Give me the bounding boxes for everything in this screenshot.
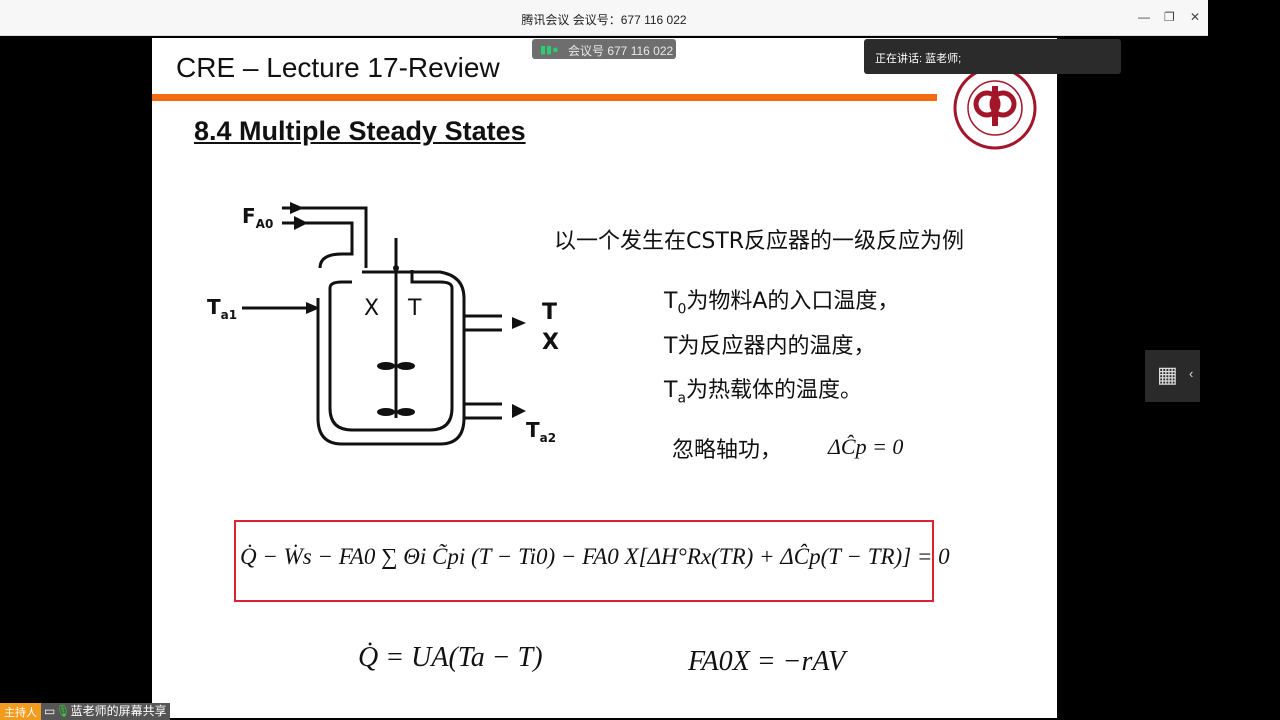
intro-text: 以一个发生在CSTR反应器的一级反应为例 [554,229,965,254]
window-title: 腾讯会议 会议号：677 116 022 [521,13,687,27]
ignore-shaft-work: 忽略轴功， [672,438,783,463]
university-seal-logo [953,68,1037,150]
heat-removal-equation: Q̇ = UA(Ta − T) [358,642,543,673]
energy-balance-box: Q̇ − Ẇs − FA0 ∑ Θi C̃pi (T − Ti0) − FA0 … [234,520,950,602]
screen-share-icon: ▭ [44,704,56,718]
lecture-title: CRE – Lecture 17-Review [176,52,500,83]
t0-definition: T0为物料A的入口温度， [664,289,900,318]
label-ta2: Ta2 [526,418,557,445]
label-t-inside: T [408,296,422,321]
label-ta1: Ta1 [207,295,238,322]
meeting-id-badge[interactable]: ▮▮● 会议号 677 116 022 [532,39,676,59]
speaking-indicator: 正在讲话: 蓝老师; [864,39,1121,74]
minimize-icon[interactable]: — [1138,10,1150,24]
window-titlebar: 腾讯会议 会议号：677 116 022 — ❐ ✕ [0,0,1208,36]
share-label: 主持人 ▭🎙蓝老师的屏幕共享 [0,703,170,720]
host-badge: 主持人 [0,703,41,720]
chevron-left-icon: ‹ [1189,366,1194,381]
speaking-text: 正在讲话: 蓝老师; [875,53,962,65]
energy-balance-equation: Q̇ − Ẇs − FA0 ∑ Θi C̃pi (T − Ti0) − FA0 … [240,544,950,569]
label-x-out: X [542,330,559,355]
label-x-inside: X [364,296,380,321]
side-panel-toggle[interactable]: ▦ ‹ [1145,350,1200,402]
ta-definition: Ta为热载体的温度。 [664,378,863,407]
restore-icon[interactable]: ❐ [1164,10,1175,24]
apps-icon: ▦ [1157,362,1178,387]
mic-icon: 🎙 [55,704,71,718]
shared-slide: CRE – Lecture 17-Review 8.4 Multiple Ste… [152,38,1057,718]
label-t-out: T [542,300,558,325]
mole-balance-equation: FA0X = −rAV [688,646,846,677]
title-divider [152,94,937,101]
signal-icon: ▮▮● [540,44,559,56]
cstr-reactor-diagram [242,202,526,446]
label-fa0: FA0 [242,204,274,231]
delta-cp-equation: ΔĈp = 0 [828,434,904,459]
t-definition: T为反应器内的温度， [664,334,876,359]
meeting-id-text: 会议号 677 116 022 [568,44,674,58]
close-icon[interactable]: ✕ [1190,10,1200,24]
section-heading: 8.4 Multiple Steady States [194,116,526,146]
share-name: ▭🎙蓝老师的屏幕共享 [41,703,170,720]
